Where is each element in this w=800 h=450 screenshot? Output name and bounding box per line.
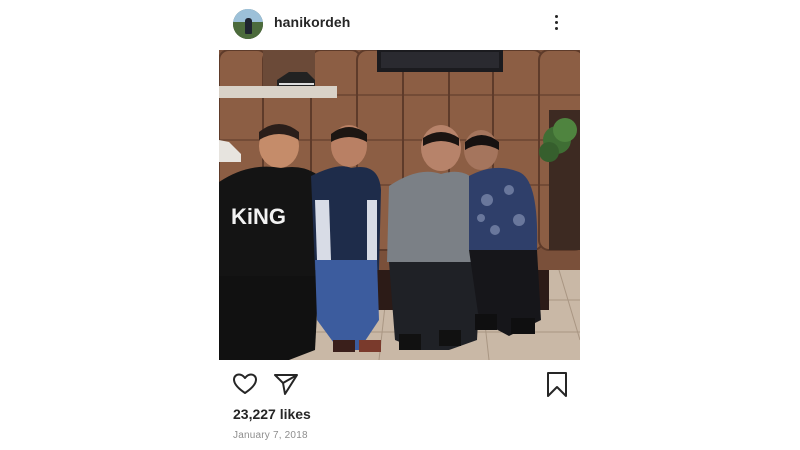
username-link[interactable]: hanikordeh [274,14,350,30]
heart-icon[interactable] [231,370,259,398]
more-options-icon[interactable] [548,10,566,36]
send-icon[interactable] [272,370,300,398]
post-photo[interactable]: KiNG [219,50,580,360]
avatar[interactable] [233,9,263,39]
post-date: January 7, 2018 [233,430,308,441]
instagram-post: hanikordeh KiNG 23,227 likes January 7, … [218,0,582,450]
post-actions [218,368,582,398]
likes-count[interactable]: 23,227 likes [233,406,311,422]
post-header: hanikordeh [218,6,582,42]
shirt-print: KiNG [231,204,286,229]
bookmark-icon[interactable] [543,370,571,398]
